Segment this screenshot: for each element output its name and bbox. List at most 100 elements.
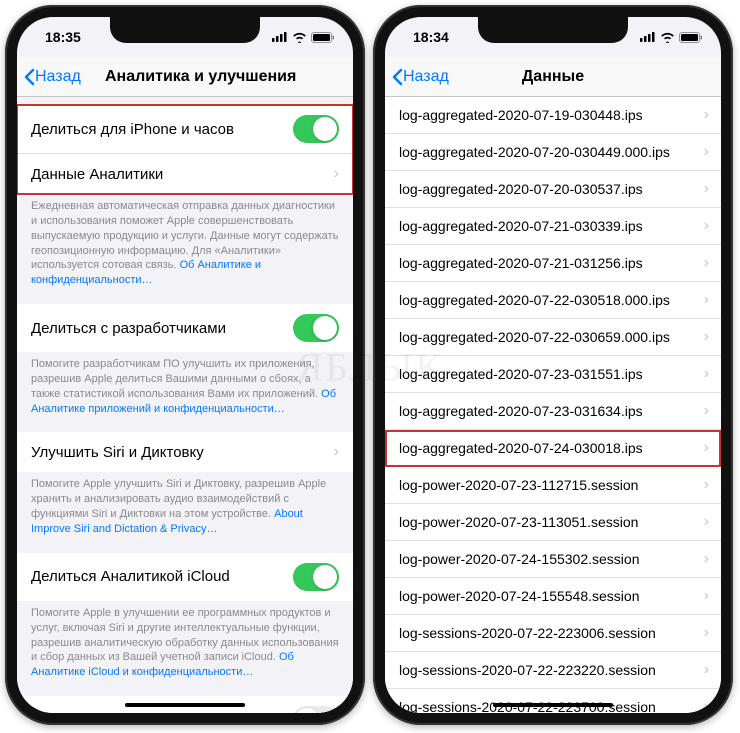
chevron-right-icon: › [704, 217, 709, 235]
footer-link[interactable]: Об Аналитике и конфиденциальности… [31, 259, 261, 286]
log-file-row[interactable]: log-aggregated-2020-07-23-031551.ips › [385, 356, 721, 393]
cell-label: «Здоровье» и «Активность» [31, 712, 227, 713]
chevron-right-icon: › [704, 143, 709, 161]
chevron-right-icon: › [334, 443, 339, 461]
file-name: log-aggregated-2020-07-22-030659.000.ips [399, 329, 670, 345]
chevron-right-icon: › [704, 439, 709, 457]
cell-label: Делиться Аналитикой iCloud [31, 568, 230, 585]
toggle-switch[interactable] [293, 563, 339, 591]
settings-group: Улучшить Siri и Диктовку › [17, 432, 353, 472]
log-file-row[interactable]: log-sessions-2020-07-22-223006.session › [385, 615, 721, 652]
nav-bar: Назад Аналитика и улучшения [17, 57, 353, 97]
chevron-left-icon [391, 68, 403, 86]
log-file-row[interactable]: log-aggregated-2020-07-21-031256.ips › [385, 245, 721, 282]
group-footer: Ежедневная автоматическая отправка данны… [17, 194, 353, 296]
settings-group: Делиться с разработчиками [17, 304, 353, 352]
file-name: log-aggregated-2020-07-20-030537.ips [399, 181, 643, 197]
cell-label: Делиться для iPhone и часов [31, 121, 234, 138]
settings-cell[interactable]: Делиться для iPhone и часов [17, 105, 353, 154]
signal-icon [272, 32, 288, 42]
file-name: log-aggregated-2020-07-21-030339.ips [399, 218, 643, 234]
settings-cell[interactable]: Улучшить Siri и Диктовку › [17, 432, 353, 472]
chevron-right-icon: › [704, 550, 709, 568]
wifi-icon [292, 32, 307, 43]
settings-group: Делиться для iPhone и часов Данные Аналит… [17, 105, 353, 194]
chevron-right-icon: › [704, 624, 709, 642]
file-name: log-power-2020-07-24-155548.session [399, 588, 640, 604]
log-file-row[interactable]: log-aggregated-2020-07-19-030448.ips › [385, 97, 721, 134]
log-file-row[interactable]: log-power-2020-07-23-113051.session› [385, 504, 721, 541]
group-footer: Помогите Apple улучшить Siri и Диктовку,… [17, 472, 353, 544]
footer-link[interactable]: Об Аналитике приложений и конфиденциальн… [31, 388, 336, 415]
log-file-row[interactable]: log-aggregated-2020-07-21-030339.ips › [385, 208, 721, 245]
file-name: log-power-2020-07-24-155302.session [399, 551, 640, 567]
settings-group: Делиться Аналитикой iCloud [17, 553, 353, 601]
cell-label: Улучшить Siri и Диктовку [31, 444, 204, 461]
file-name: log-sessions-2020-07-22-223006.session [399, 625, 656, 641]
cell-label: Делиться с разработчиками [31, 320, 226, 337]
wifi-icon [660, 32, 675, 43]
log-file-row[interactable]: log-aggregated-2020-07-20-030537.ips › [385, 171, 721, 208]
toggle-switch[interactable] [293, 706, 339, 713]
log-file-row[interactable]: log-power-2020-07-24-155302.session › [385, 541, 721, 578]
nav-bar: Назад Данные [385, 57, 721, 97]
chevron-right-icon: › [704, 106, 709, 124]
file-name: log-aggregated-2020-07-23-031634.ips [399, 403, 643, 419]
chevron-right-icon: › [704, 328, 709, 346]
chevron-right-icon: › [334, 165, 339, 183]
back-button[interactable]: Назад [23, 68, 81, 86]
log-file-row[interactable]: log-sessions-2020-07-22-223220.session › [385, 652, 721, 689]
log-file-row[interactable]: log-power-2020-07-24-155548.session › [385, 578, 721, 615]
settings-cell[interactable]: Делиться Аналитикой iCloud [17, 553, 353, 601]
settings-cell[interactable]: Делиться с разработчиками [17, 304, 353, 352]
chevron-right-icon: › [704, 587, 709, 605]
home-indicator[interactable] [493, 703, 613, 707]
file-name: log-aggregated-2020-07-22-030518.000.ips [399, 292, 670, 308]
log-file-row[interactable]: log-aggregated-2020-07-23-031634.ips› [385, 393, 721, 430]
back-label: Назад [35, 68, 81, 86]
settings-cell[interactable]: Данные Аналитики › [17, 154, 353, 194]
file-name: log-aggregated-2020-07-23-031551.ips [399, 366, 643, 382]
chevron-right-icon: › [704, 180, 709, 198]
signal-icon [640, 32, 656, 42]
footer-link[interactable]: About Improve Siri and Dictation & Priva… [31, 508, 303, 535]
log-file-row[interactable]: log-sessions-2020-07-22-223700.session› [385, 689, 721, 713]
phone-left: 18:35 Назад Аналитика и улучшения Делить… [5, 5, 365, 725]
file-name: log-aggregated-2020-07-19-030448.ips [399, 107, 643, 123]
back-button[interactable]: Назад [391, 68, 449, 86]
back-label: Назад [403, 68, 449, 86]
group-footer: Помогите Apple в улучшении ее программны… [17, 601, 353, 688]
file-name: log-power-2020-07-23-112715.session [399, 477, 638, 493]
file-name: log-aggregated-2020-07-24-030018.ips [399, 440, 643, 456]
status-time: 18:34 [413, 29, 449, 45]
log-file-row[interactable]: log-aggregated-2020-07-20-030449.000.ips… [385, 134, 721, 171]
log-file-row[interactable]: log-power-2020-07-23-112715.session › [385, 467, 721, 504]
settings-content[interactable]: Делиться для iPhone и часов Данные Аналит… [17, 97, 353, 713]
data-list[interactable]: log-aggregated-2020-07-19-030448.ips›log… [385, 97, 721, 713]
chevron-right-icon: › [704, 365, 709, 383]
footer-link[interactable]: Об Аналитике iCloud и конфиденциальности… [31, 651, 294, 678]
toggle-switch[interactable] [293, 115, 339, 143]
battery-icon [311, 32, 335, 43]
home-indicator[interactable] [125, 703, 245, 707]
battery-icon [679, 32, 703, 43]
chevron-left-icon [23, 68, 35, 86]
chevron-right-icon: › [704, 661, 709, 679]
chevron-right-icon: › [704, 254, 709, 272]
notch [478, 17, 628, 43]
file-name: log-sessions-2020-07-22-223220.session [399, 662, 656, 678]
log-file-row[interactable]: log-aggregated-2020-07-22-030659.000.ips… [385, 319, 721, 356]
group-footer: Помогите разработчикам ПО улучшить их пр… [17, 352, 353, 424]
chevron-right-icon: › [704, 291, 709, 309]
chevron-right-icon: › [704, 476, 709, 494]
cell-label: Данные Аналитики [31, 166, 163, 183]
file-name: log-aggregated-2020-07-20-030449.000.ips [399, 144, 670, 160]
toggle-switch[interactable] [293, 314, 339, 342]
log-file-row[interactable]: log-aggregated-2020-07-22-030518.000.ips… [385, 282, 721, 319]
file-name: log-aggregated-2020-07-21-031256.ips [399, 255, 643, 271]
notch [110, 17, 260, 43]
status-time: 18:35 [45, 29, 81, 45]
log-file-row[interactable]: log-aggregated-2020-07-24-030018.ips › [385, 430, 721, 467]
chevron-right-icon: › [704, 513, 709, 531]
chevron-right-icon: › [704, 698, 709, 713]
